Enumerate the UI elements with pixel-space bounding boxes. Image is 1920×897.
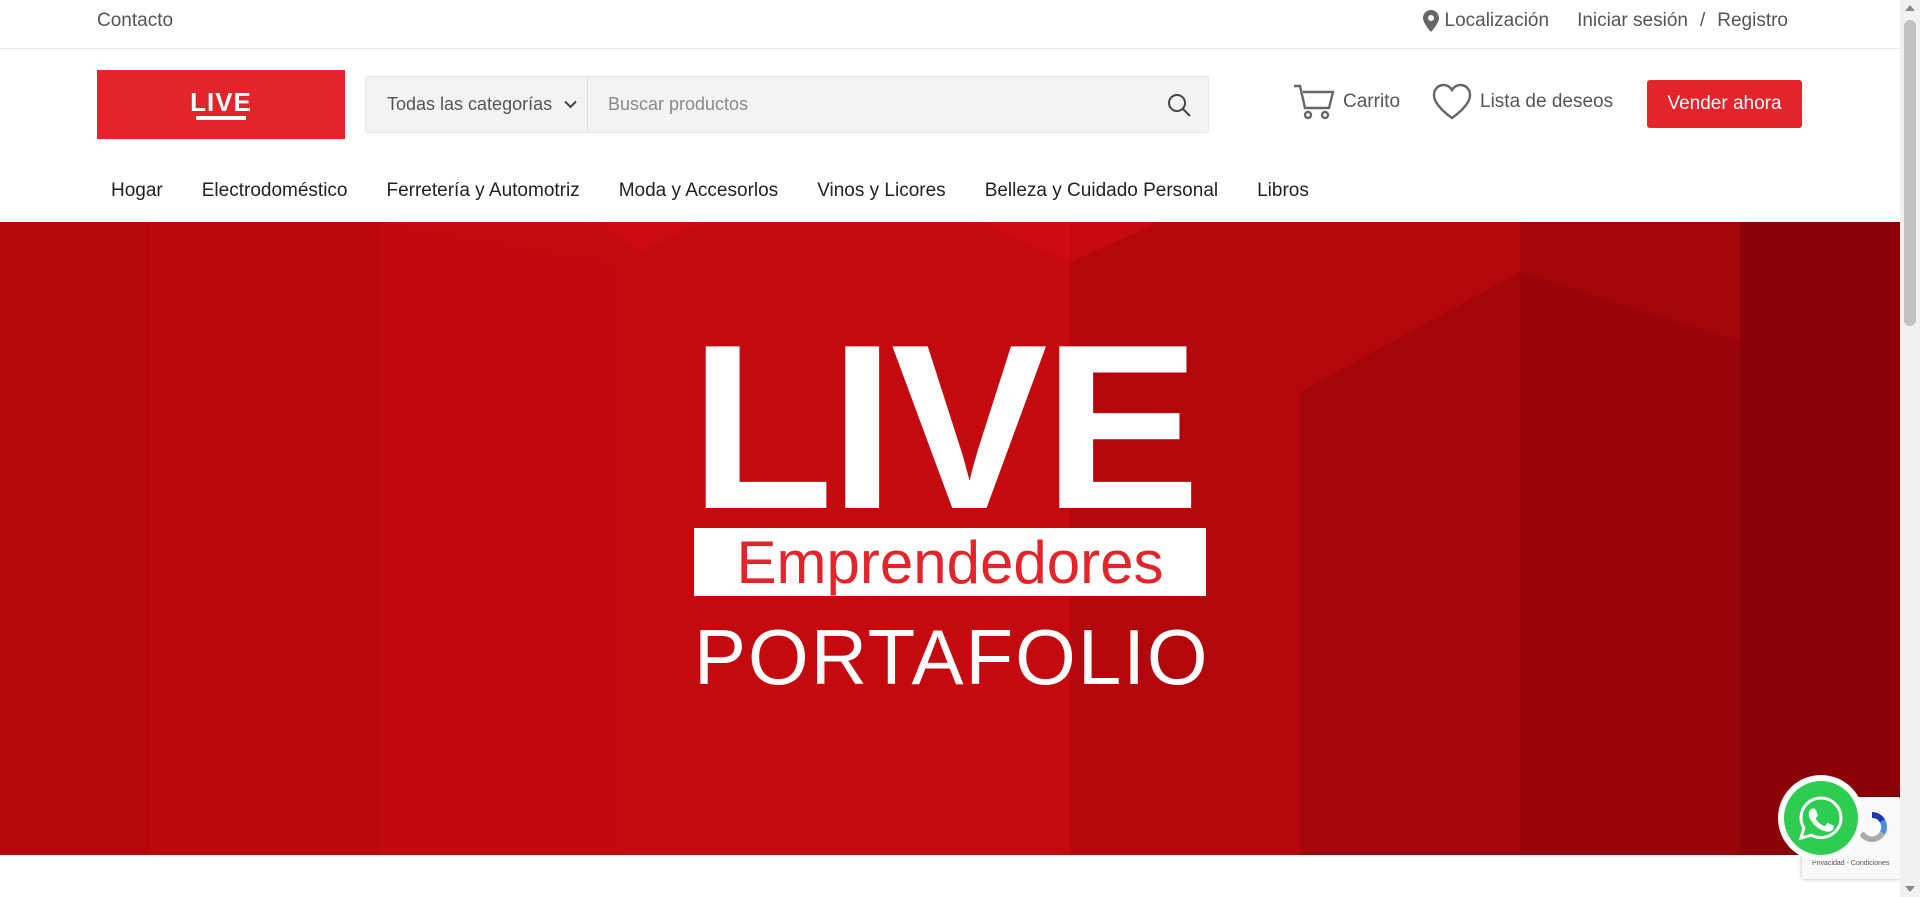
banner-subtitle-box: Emprendedores [694,528,1206,596]
category-select-label: Todas las categorías [387,94,553,114]
cart-icon [1294,84,1335,120]
logo-underline [196,115,246,120]
hero-banner[interactable]: LIVE Emprendedores PORTAFOLIO [0,222,1900,855]
location-link[interactable]: Localización [1422,10,1550,32]
nav-item-belleza[interactable]: Belleza y Cuidado Personal [985,180,1218,202]
banner-tagline: PORTAFOLIO [694,613,1210,701]
recaptcha-text[interactable]: Privacidad - Condiciones [1812,860,1889,867]
nav-item-hogar[interactable]: Hogar [111,180,163,202]
search-icon [1168,93,1191,117]
search-button[interactable] [1150,93,1208,117]
chevron-down-icon [564,100,577,109]
sell-now-button[interactable]: Vender ahora [1647,80,1802,128]
category-select[interactable]: Todas las categorías [366,77,588,132]
login-link[interactable]: Iniciar sesión [1577,10,1688,32]
top-bar: Contacto Localización Iniciar sesión / R… [0,0,1900,49]
main-nav: Hogar Electrodoméstico Ferretería y Auto… [0,159,1900,222]
location-pin-icon [1422,10,1439,32]
nav-item-electrodomestico[interactable]: Electrodoméstico [202,180,348,202]
top-bar-right: Localización Iniciar sesión / Registro [1422,10,1788,32]
whatsapp-button[interactable] [1778,775,1864,861]
scrollbar-thumb[interactable] [1904,20,1916,326]
banner-subtitle: Emprendedores [736,528,1164,596]
heart-icon [1432,83,1472,120]
scroll-up-arrow-icon[interactable] [1905,5,1915,11]
search-bar: Todas las categorías [365,76,1209,133]
nav-item-libros[interactable]: Libros [1257,180,1309,202]
contact-link[interactable]: Contacto [97,10,173,32]
banner-title: LIVE [690,295,1200,558]
page-scrollbar[interactable] [1900,0,1920,897]
nav-item-vinos[interactable]: Vinos y Licores [817,180,946,202]
site-logo[interactable]: LIVE [97,70,345,139]
wishlist-link[interactable]: Lista de deseos [1432,83,1613,121]
cart-label: Carrito [1343,91,1401,112]
wishlist-label: Lista de deseos [1480,91,1614,112]
nav-item-ferreteria[interactable]: Ferretería y Automotriz [386,180,579,202]
scroll-down-arrow-icon[interactable] [1905,886,1915,892]
logo-text: LIVE [190,86,252,117]
cart-link[interactable]: Carrito [1293,83,1400,121]
nav-item-moda[interactable]: Moda y Accesorlos [619,180,778,202]
search-input[interactable] [588,77,1150,132]
location-label: Localización [1444,10,1550,31]
separator: / [1699,10,1706,31]
header: LIVE Todas las categorías Carrito Lista … [0,49,1900,159]
whatsapp-icon [1798,796,1843,841]
whatsapp-button-inner [1784,781,1858,855]
register-link[interactable]: Registro [1717,10,1788,32]
